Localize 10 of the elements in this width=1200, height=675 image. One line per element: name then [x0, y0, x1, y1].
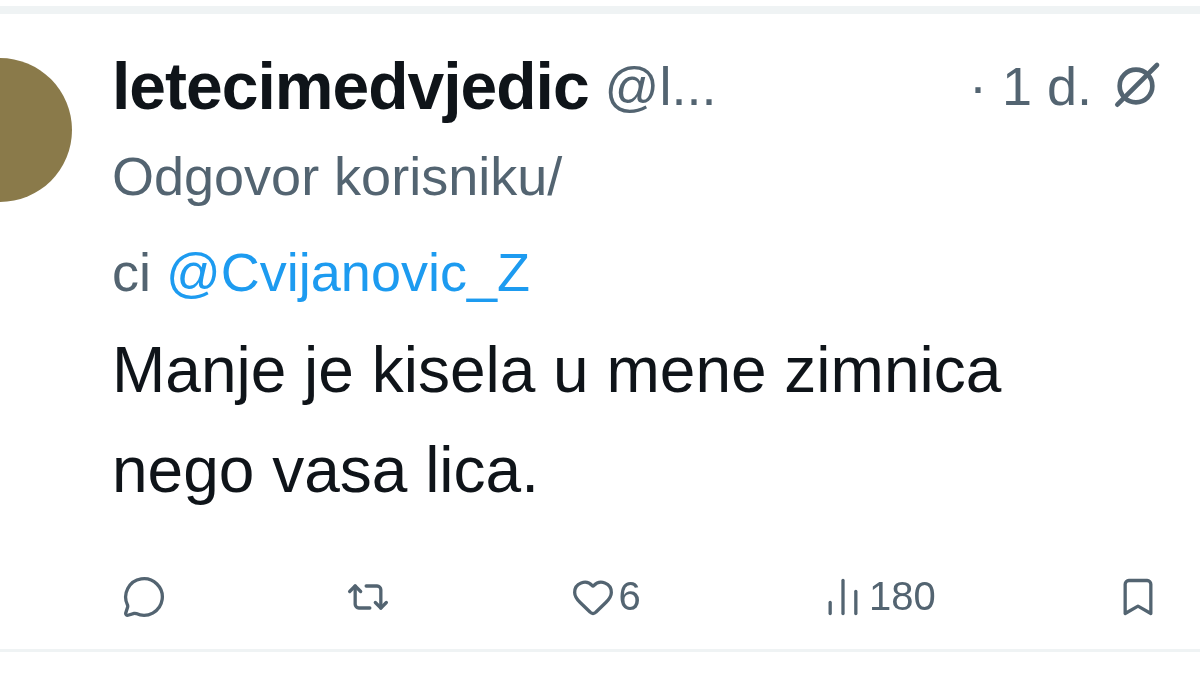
reply-button[interactable] — [122, 574, 166, 619]
speech-bubble-icon — [122, 574, 166, 619]
reply-to-label: Odgovor korisniku/ — [112, 145, 564, 208]
author-name[interactable]: letecimedvjedic — [112, 48, 589, 124]
author-handle[interactable]: @l... — [604, 55, 717, 117]
reply-to-label: ci — [112, 242, 151, 302]
views-button[interactable]: 180 — [821, 574, 936, 619]
post-time[interactable]: · 1 d. — [968, 55, 1092, 117]
tweet-text: Manje je kisela u mene zimnica nego vasa lica. — [112, 333, 1003, 508]
like-button[interactable]: 6 — [570, 574, 641, 619]
